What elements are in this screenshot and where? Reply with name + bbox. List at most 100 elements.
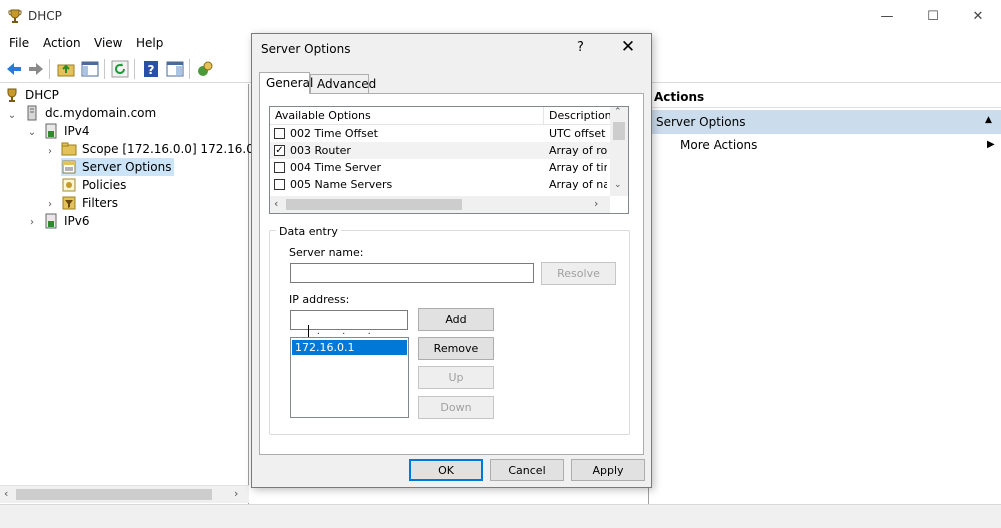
ip-address-label: IP address:	[289, 293, 350, 306]
server-name-label: Server name:	[289, 246, 364, 259]
scroll-left-icon[interactable]: ‹	[274, 197, 278, 210]
option-row[interactable]: 005 Name Servers Array of nam	[270, 176, 610, 193]
tab-general[interactable]: General	[259, 72, 313, 94]
option-checkbox[interactable]	[274, 179, 285, 190]
dialog-close-button[interactable]: ✕	[618, 37, 638, 57]
forward-arrow-icon[interactable]	[26, 59, 46, 79]
chevron-right-icon[interactable]: ›	[45, 146, 55, 157]
ip-list-item-selected[interactable]: 172.16.0.1	[292, 340, 407, 355]
up-button[interactable]: Up	[418, 366, 494, 389]
show-hide-tree-icon[interactable]	[80, 59, 100, 79]
add-button[interactable]: Add	[418, 308, 494, 331]
cancel-button[interactable]: Cancel	[490, 459, 564, 481]
scroll-down-icon[interactable]: ⌄	[614, 180, 622, 190]
tree-item-label: IPv4	[64, 124, 90, 138]
close-button[interactable]: ✕	[955, 0, 1001, 33]
column-header-available-options[interactable]: Available Options	[270, 107, 544, 125]
tree-item-label: IPv6	[64, 214, 90, 228]
scrollbar-thumb[interactable]	[286, 199, 462, 210]
submenu-arrow-icon: ▶	[987, 139, 995, 150]
option-description: Array of rout	[549, 144, 607, 157]
svg-text:?: ?	[148, 63, 155, 77]
option-checkbox[interactable]	[274, 162, 285, 173]
ip-address-list[interactable]: 172.16.0.1	[290, 337, 409, 418]
show-hide-action-pane-icon[interactable]	[165, 59, 185, 79]
ipv6-icon	[43, 213, 59, 229]
chevron-down-icon[interactable]: ⌄	[7, 110, 17, 121]
column-header-description[interactable]: Description	[544, 107, 610, 125]
available-options-list[interactable]: Available Options Description 002 Time O…	[269, 106, 629, 214]
menu-file[interactable]: File	[9, 36, 29, 50]
tree-item-server-options[interactable]: Server Options	[61, 158, 175, 176]
text-cursor	[307, 325, 309, 337]
data-entry-legend: Data entry	[276, 225, 341, 238]
chevron-down-icon[interactable]: ⌄	[27, 127, 37, 138]
tree-item-filters[interactable]: Filters	[61, 194, 118, 212]
actions-pane: Actions Server Options ▲ More Actions ▶	[648, 84, 1001, 504]
actions-header: Actions	[649, 84, 1001, 108]
refresh-icon[interactable]	[110, 59, 130, 79]
back-arrow-icon[interactable]	[4, 59, 24, 79]
minimize-icon: —	[880, 9, 894, 24]
menu-help[interactable]: Help	[136, 36, 163, 50]
toolbar-separator	[189, 59, 190, 79]
toolbar-separator	[134, 59, 135, 79]
policies-icon	[61, 177, 77, 193]
tree-item-ipv4[interactable]: IPv4	[43, 122, 90, 140]
more-actions-item[interactable]: More Actions	[680, 138, 757, 152]
ok-button[interactable]: OK	[409, 459, 483, 481]
help-button[interactable]: ?	[577, 40, 584, 55]
toolbar-separator	[104, 59, 105, 79]
options-vertical-scrollbar[interactable]: ⌃ ⌄	[610, 107, 628, 196]
tree-item-dhcp[interactable]: DHCP	[4, 86, 59, 104]
option-name: 003 Router	[290, 144, 351, 157]
more-actions-label: More Actions	[680, 138, 758, 152]
tree-item-ipv6[interactable]: IPv6	[43, 212, 90, 230]
minimize-button[interactable]: —	[864, 0, 910, 33]
options-horizontal-scrollbar[interactable]: ‹ ›	[270, 196, 610, 213]
option-name: 005 Name Servers	[290, 178, 393, 191]
tab-advanced[interactable]: Advanced	[310, 74, 376, 94]
scroll-up-icon[interactable]: ⌃	[614, 107, 622, 117]
maximize-icon: ☐	[927, 9, 939, 24]
folder-icon	[61, 141, 77, 157]
close-icon: ✕	[972, 9, 984, 24]
tree-item-label: Filters	[82, 196, 118, 210]
actions-section-label: Server Options	[656, 115, 746, 129]
actions-section-server-options[interactable]: Server Options ▲	[649, 110, 1001, 134]
title-bar: DHCP — ☐ ✕	[0, 0, 1001, 33]
tree-item-server[interactable]: dc.mydomain.com	[24, 104, 156, 122]
scroll-left-icon[interactable]: ‹	[4, 487, 8, 500]
option-checkbox[interactable]	[274, 128, 285, 139]
remove-button[interactable]: Remove	[418, 337, 494, 360]
window-title: DHCP	[28, 9, 62, 23]
menu-action[interactable]: Action	[43, 36, 81, 50]
scrollbar-thumb[interactable]	[16, 489, 212, 500]
server-name-input[interactable]	[290, 263, 534, 283]
scrollbar-thumb[interactable]	[613, 122, 625, 140]
option-checkbox-checked[interactable]: ✓	[274, 145, 285, 156]
down-button[interactable]: Down	[418, 396, 494, 419]
tree-horizontal-scrollbar[interactable]: ‹ ›	[0, 485, 249, 503]
up-folder-icon[interactable]	[56, 59, 76, 79]
maximize-button[interactable]: ☐	[910, 0, 956, 33]
scroll-right-icon[interactable]: ›	[234, 487, 238, 500]
collapse-up-icon[interactable]: ▲	[985, 115, 992, 125]
resolve-button[interactable]: Resolve	[541, 262, 616, 285]
chevron-right-icon[interactable]: ›	[27, 217, 37, 228]
option-row[interactable]: ✓ 003 Router Array of rout	[270, 142, 610, 159]
apply-button[interactable]: Apply	[571, 459, 645, 481]
dhcp-trophy-icon	[4, 87, 20, 103]
option-description: Array of nam	[549, 178, 607, 191]
menu-view[interactable]: View	[94, 36, 122, 50]
tree-item-label: Server Options	[82, 160, 172, 174]
option-row[interactable]: 002 Time Offset UTC offset i	[270, 125, 610, 142]
ip-address-input[interactable]: . . .	[290, 310, 408, 337]
help-icon[interactable]: ?	[141, 59, 161, 79]
dhcp-authorize-icon[interactable]	[195, 59, 215, 79]
option-name: 002 Time Offset	[290, 127, 378, 140]
chevron-right-icon[interactable]: ›	[45, 199, 55, 210]
option-row[interactable]: 004 Time Server Array of time	[270, 159, 610, 176]
tree-item-policies[interactable]: Policies	[61, 176, 126, 194]
scroll-right-icon[interactable]: ›	[594, 197, 598, 210]
